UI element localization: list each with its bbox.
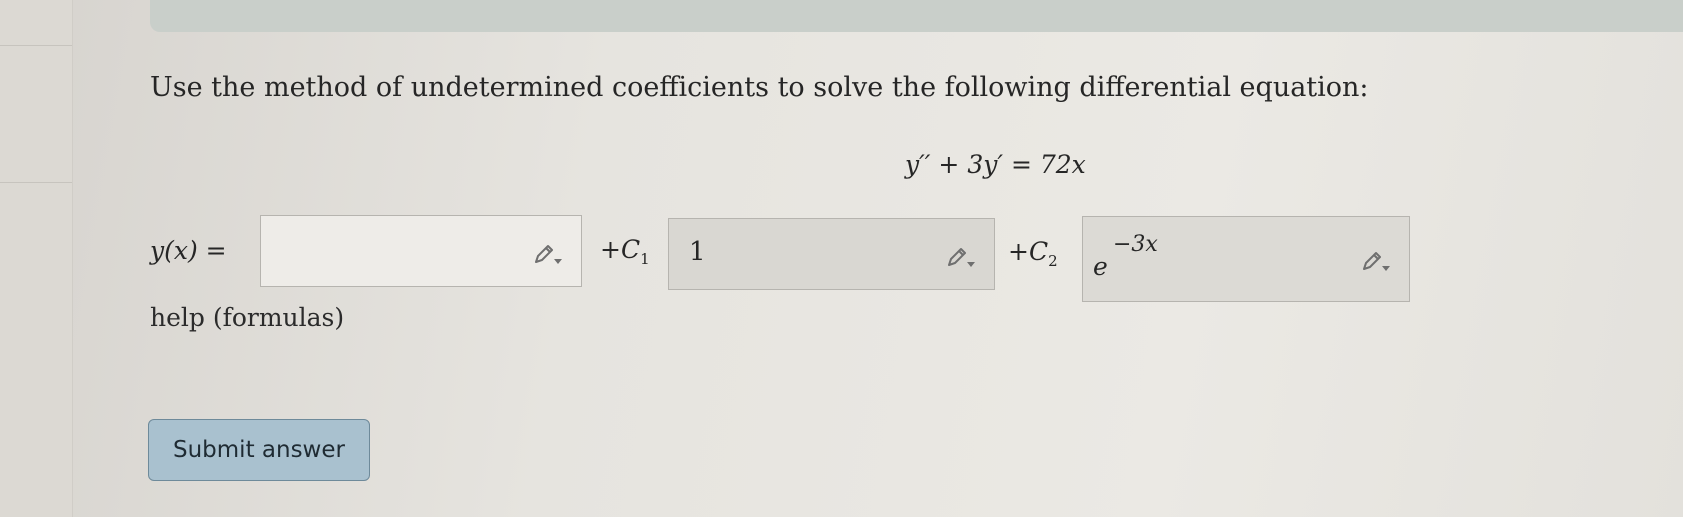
homogeneous-solution-2-input[interactable]: e −3x — [1082, 216, 1410, 302]
header-bar — [150, 0, 1683, 32]
constant-c1: +C1 — [600, 235, 650, 268]
pencil-dropdown-icon[interactable] — [1361, 251, 1391, 273]
constant-c2-subscript: 2 — [1048, 252, 1058, 270]
homogeneous-solution-1-value: 1 — [689, 237, 706, 267]
solution-label: y(x) = — [150, 236, 227, 265]
constant-c2: +C2 — [1008, 237, 1058, 270]
margin-rule — [0, 182, 72, 183]
help-formulas-link[interactable]: help (formulas) — [150, 303, 344, 332]
margin-rule — [0, 45, 72, 46]
question-instruction: Use the method of undetermined coefficie… — [150, 72, 1369, 103]
submit-answer-button[interactable]: Submit answer — [148, 419, 370, 481]
exponential-base: e — [1093, 252, 1108, 281]
homogeneous-solution-1-input[interactable]: 1 — [668, 218, 995, 290]
constant-c1-subscript: 1 — [640, 250, 650, 268]
pencil-dropdown-icon[interactable] — [533, 244, 563, 266]
pencil-dropdown-icon[interactable] — [946, 247, 976, 269]
exponential-exponent: −3x — [1113, 232, 1158, 257]
particular-solution-input[interactable] — [260, 215, 582, 287]
constant-c1-prefix: +C — [600, 235, 641, 264]
differential-equation: y′′ + 3y′ = 72x — [905, 150, 1086, 179]
left-margin-panel — [0, 0, 73, 517]
constant-c2-prefix: +C — [1008, 237, 1049, 266]
